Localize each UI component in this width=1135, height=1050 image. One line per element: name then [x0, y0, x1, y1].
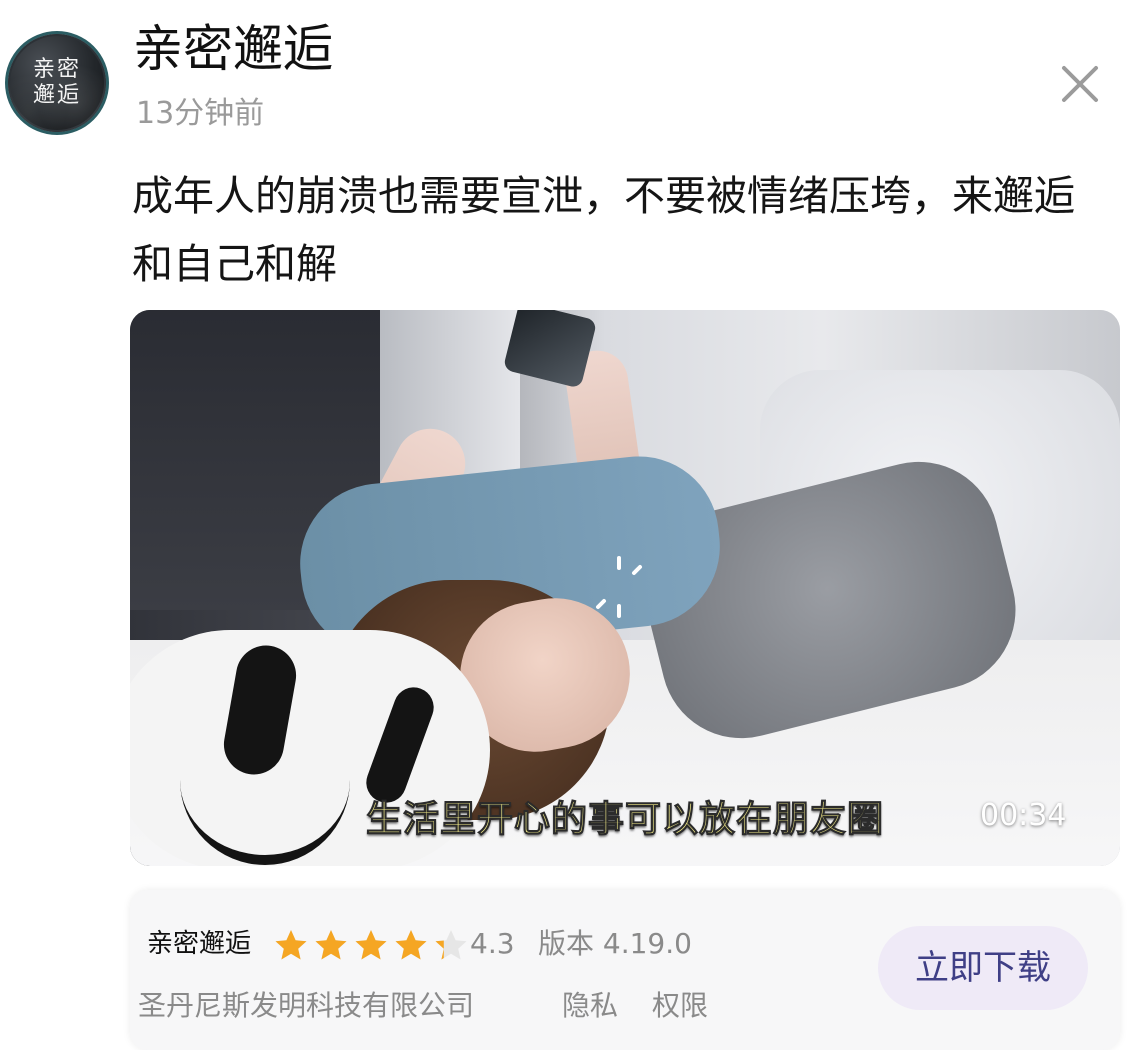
permissions-link[interactable]: 权限	[652, 986, 708, 1026]
star-icon	[395, 930, 427, 960]
close-icon[interactable]	[1058, 62, 1102, 106]
star-icon	[315, 930, 347, 960]
star-icon	[275, 930, 307, 960]
avatar-logo-text: 亲密邂逅	[32, 57, 81, 108]
star-icon	[355, 930, 387, 960]
rating-value: 4.3	[470, 927, 515, 960]
app-download-card[interactable]: 亲密邂逅 4.3 版本 4.19.0 圣丹尼斯发明科技有限公司 隐私 权限 立即…	[130, 890, 1120, 1050]
video-subtitle: 生活里开心的事可以放在朋友圈	[365, 799, 884, 841]
rating-stars	[273, 928, 469, 962]
developer-name: 圣丹尼斯发明科技有限公司	[138, 989, 475, 1022]
account-title[interactable]: 亲密邂逅	[133, 14, 333, 84]
download-button[interactable]: 立即下载	[878, 926, 1088, 1010]
loading-spinner-icon	[596, 556, 642, 618]
avatar[interactable]: 亲密邂逅	[8, 34, 106, 132]
app-name: 亲密邂逅	[147, 929, 252, 959]
video-duration: 00:34	[980, 798, 1067, 833]
post-time: 13分钟前	[136, 96, 265, 131]
star-icon	[435, 930, 467, 960]
privacy-link[interactable]: 隐私	[562, 986, 618, 1026]
video-player[interactable]: 生活里开心的事可以放在朋友圈 00:34	[130, 310, 1120, 866]
app-version: 版本 4.19.0	[538, 927, 692, 960]
post-text: 成年人的崩溃也需要宣泄，不要被情绪压垮，来邂逅和自己和解	[132, 172, 1075, 288]
